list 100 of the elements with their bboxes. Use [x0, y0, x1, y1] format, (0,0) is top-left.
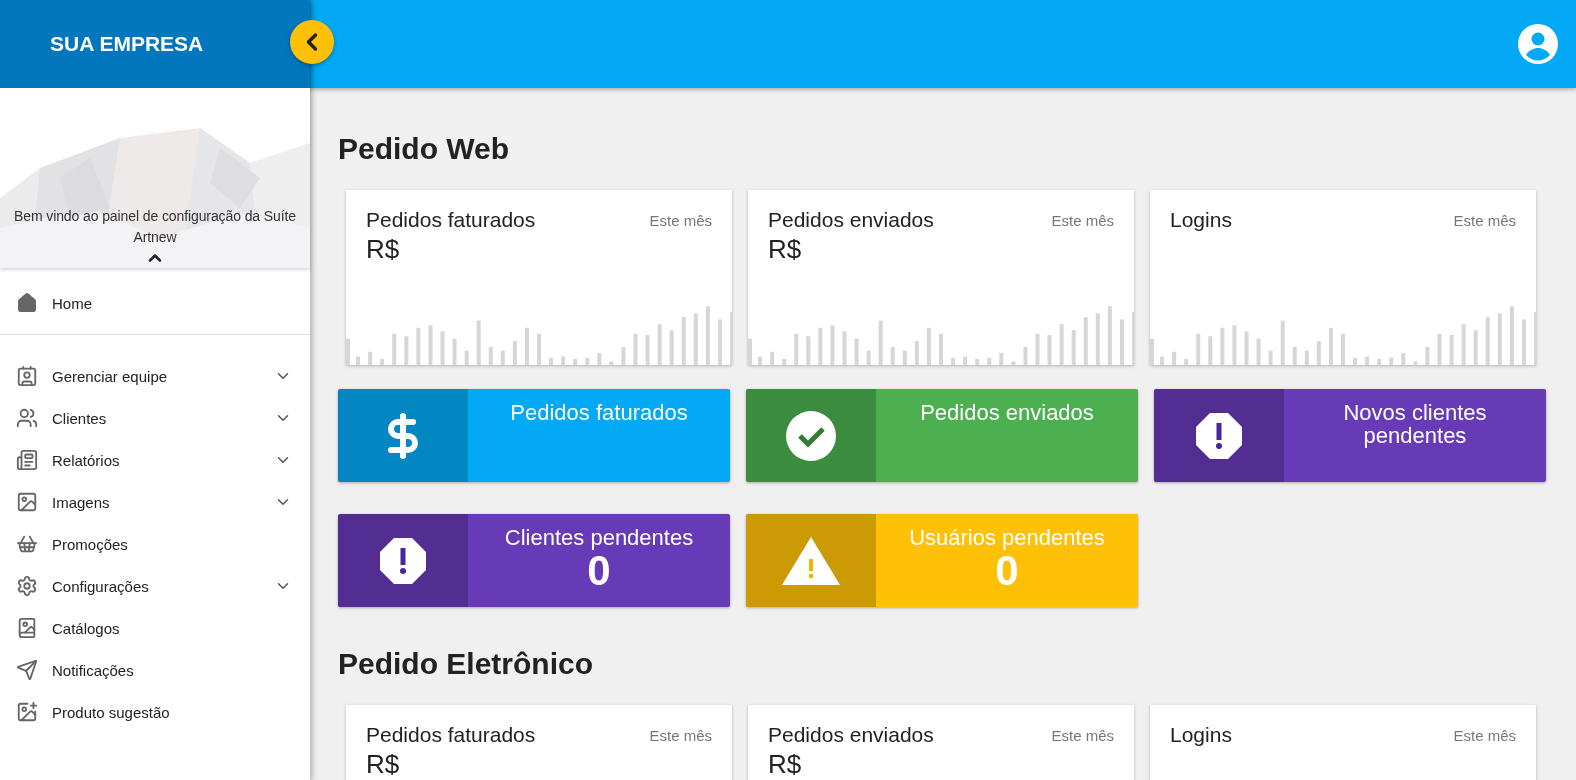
sparkline-bar: [1047, 335, 1052, 365]
sparkline-bar: [1208, 336, 1213, 365]
sparkline-bar: [975, 359, 980, 365]
collapse-button[interactable]: [290, 20, 334, 64]
menu-item[interactable]: Promoções: [0, 523, 310, 565]
sparkline-bar: [1280, 320, 1285, 365]
tile-title: Pedidos faturados: [510, 401, 688, 424]
sparkline-bar: [452, 338, 457, 365]
welcome-message: Bem vindo ao painel de configuração da Suíte Artnew: [13, 207, 297, 247]
sparkline-bar: [1172, 351, 1177, 365]
sparkline-bar: [1485, 317, 1490, 365]
menu-item[interactable]: Clientes: [0, 397, 310, 439]
sparkline-bar: [1461, 324, 1466, 365]
sparkline-bar: [1095, 313, 1100, 365]
sparkline-bar: [356, 356, 361, 365]
sparkline-bar: [1425, 347, 1430, 365]
sparkline-bar: [758, 356, 763, 365]
sparkline-bar: [1389, 357, 1394, 365]
tile-title: Usuários pendentes: [909, 526, 1105, 549]
sparkline-bar: [806, 336, 811, 365]
sparkline-bar: [573, 359, 578, 365]
tile-title: Pedidos enviados: [920, 401, 1094, 424]
tile-title: Novos clientes pendentes: [1342, 401, 1488, 447]
card-title: Pedidos enviados: [768, 208, 934, 232]
menu-item[interactable]: Produto sugestão: [0, 691, 310, 733]
sparkline-bar: [770, 351, 775, 365]
sparkline-bar: [416, 327, 421, 365]
sparkline-bar: [1083, 317, 1088, 365]
sparkline-bar: [1521, 319, 1526, 365]
basket-icon: [16, 533, 38, 555]
sparkline-bar: [669, 330, 674, 365]
sparkline-bar: [1035, 333, 1040, 365]
image-icon: [16, 491, 38, 513]
sparkline-bar: [1184, 359, 1189, 365]
summary-tile[interactable]: Novos clientes pendentes: [1154, 389, 1546, 482]
sparkline-bar: [1365, 356, 1370, 365]
sparkline-bar: [1119, 319, 1124, 365]
sparkline-bar: [1377, 359, 1382, 365]
tile-title: Clientes pendentes: [504, 526, 694, 549]
brand-name: SUA EMPRESA: [50, 32, 204, 56]
account-icon[interactable]: [1518, 24, 1558, 64]
period-label: Este mês: [649, 727, 712, 744]
sparkline-bar: [1268, 350, 1273, 365]
newspaper-icon: [16, 449, 38, 471]
sparkline-bar: [1304, 350, 1309, 365]
sparkline-bar: [561, 356, 566, 365]
sparkline-bar: [633, 333, 638, 365]
tile-value: 0: [587, 549, 611, 593]
sparkline-bar: [902, 350, 907, 365]
card-title: Logins: [1170, 208, 1232, 232]
sparkline-bar: [951, 357, 956, 365]
card-title: Pedidos faturados: [366, 208, 536, 232]
sparkline-bar: [500, 350, 505, 365]
sparkline-bar: [1220, 327, 1225, 365]
sparkline-bar: [854, 338, 859, 365]
sparkline-bar: [1071, 330, 1076, 365]
sparkline-bar: [524, 327, 529, 365]
menu-item[interactable]: Configurações: [0, 565, 310, 607]
sparkline-bar: [1256, 338, 1261, 365]
sparkline-bar: [1232, 325, 1237, 365]
sparkline-bar: [392, 333, 397, 365]
card-title: Logins: [1170, 723, 1232, 747]
menu-item[interactable]: Home: [0, 282, 310, 324]
menu-item[interactable]: Gerenciar equipe: [0, 355, 310, 397]
sparkline-bar: [1196, 333, 1201, 365]
image-book-icon: [16, 617, 38, 639]
sparkline-bar: [621, 347, 626, 365]
sparkline-bar: [818, 327, 823, 365]
summary-tile[interactable]: Clientes pendentes 0: [338, 514, 730, 607]
sparkline-bar: [1341, 333, 1345, 365]
sparkline-bar: [404, 336, 409, 365]
sparkline-bar: [440, 331, 445, 365]
sparkline-bar: [705, 306, 710, 365]
sparkline-bar: [681, 317, 686, 365]
sparkline-bar: [1353, 357, 1358, 365]
menu-item[interactable]: Notificações: [0, 649, 310, 691]
sparkline-bar: [830, 325, 835, 365]
menu-item[interactable]: Catálogos: [0, 607, 310, 649]
sparkline-bar: [464, 350, 469, 365]
sparkline-bar: [1509, 306, 1514, 365]
sparkline-bar: [597, 353, 602, 365]
sparkline-bar: [1449, 335, 1454, 365]
sparkline-bar: [1413, 361, 1418, 365]
sparkline-bar: [1473, 330, 1478, 365]
warning-icon: [782, 536, 840, 585]
sparkline-bar: [987, 357, 992, 365]
sparkline-bar: [549, 357, 554, 365]
sparkline-bar: [488, 347, 493, 365]
menu-item[interactable]: Relatórios: [0, 439, 310, 481]
sparkline-bar: [657, 324, 662, 365]
sparkline-bar: [1023, 347, 1028, 365]
period-label: Este mês: [649, 212, 712, 229]
menu-item[interactable]: Imagens: [0, 481, 310, 523]
alert-octagon-icon: [1196, 412, 1242, 459]
sparkline-bar: [1437, 333, 1442, 365]
card-value: R$: [366, 234, 401, 265]
sparkline-bar: [1497, 313, 1502, 365]
sparkline-bar: [1401, 353, 1406, 365]
sparkline-bar: [1244, 331, 1249, 365]
card-value: R$: [768, 749, 803, 780]
